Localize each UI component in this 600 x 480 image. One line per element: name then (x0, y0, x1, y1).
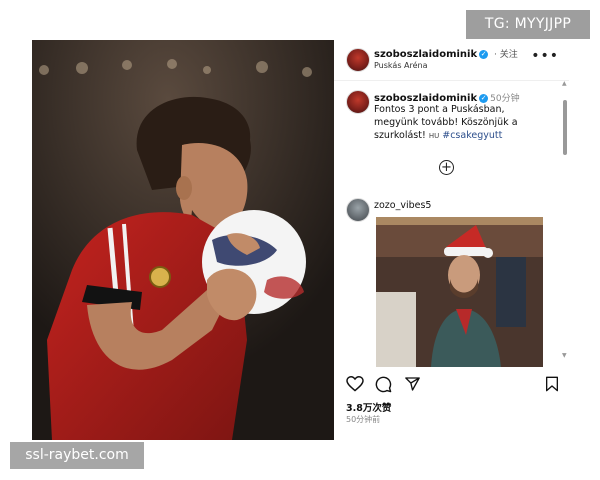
more-dots-icon[interactable]: ••• (531, 48, 559, 64)
post-location[interactable]: Puskás Aréna (374, 61, 428, 70)
player-illustration (32, 40, 334, 440)
author-username-row: szoboszlaidominik ✓ · 关注 (374, 47, 518, 60)
follow-button[interactable]: · 关注 (491, 50, 518, 60)
hashtag-link[interactable]: #csakegyutt (442, 130, 502, 141)
instagram-post-card: szoboszlaidominik ✓ · 关注 Puskás Aréna •••… (32, 40, 569, 440)
post-header: szoboszlaidominik ✓ · 关注 Puskás Aréna ••• (334, 40, 569, 81)
heart-icon[interactable] (346, 376, 364, 392)
comment-icon[interactable] (375, 376, 392, 393)
author-username[interactable]: szoboszlaidominik (374, 49, 477, 60)
watermark-top: TG: MYYJJPP (466, 10, 590, 39)
caption-text: Fontos 3 pont a Puskásban, megyünk továb… (374, 103, 559, 143)
caption-line-3-row: szurkolást! HU #csakegyutt (374, 129, 559, 143)
caption-author-avatar[interactable] (346, 90, 370, 114)
scroll-up-icon[interactable]: ▲ (562, 80, 567, 87)
post-actions (346, 376, 558, 396)
caption-line-3: szurkolást! (374, 130, 426, 141)
scroll-down-icon[interactable]: ▼ (562, 352, 567, 359)
caption-line-1: Fontos 3 pont a Puskásban, (374, 104, 505, 115)
santa-hat-man-illustration (376, 217, 543, 367)
author-avatar[interactable] (346, 48, 370, 72)
caption-line-2: megyünk tovább! Köszönjük a (374, 117, 518, 128)
post-photo[interactable] (32, 40, 334, 440)
share-icon[interactable] (404, 376, 421, 392)
likes-count[interactable]: 3.8万次赞 (346, 400, 391, 414)
comment-video-thumbnail[interactable] (376, 217, 543, 367)
watermark-bottom: ssl-raybet.com (10, 442, 144, 469)
bookmark-icon[interactable] (545, 376, 559, 392)
posted-ago: 50分钟前 (346, 415, 381, 424)
scrollbar-thumb[interactable] (563, 100, 567, 155)
plus-circle-icon[interactable]: + (439, 160, 454, 175)
verified-badge-icon: ✓ (479, 49, 489, 59)
verified-badge-icon: ✓ (479, 93, 489, 103)
commenter-username[interactable]: zozo_vibes5 (374, 200, 431, 211)
commenter-avatar[interactable] (346, 198, 370, 222)
flag-tag: HU (428, 132, 440, 140)
post-side-panel: szoboszlaidominik ✓ · 关注 Puskás Aréna •••… (334, 40, 569, 440)
